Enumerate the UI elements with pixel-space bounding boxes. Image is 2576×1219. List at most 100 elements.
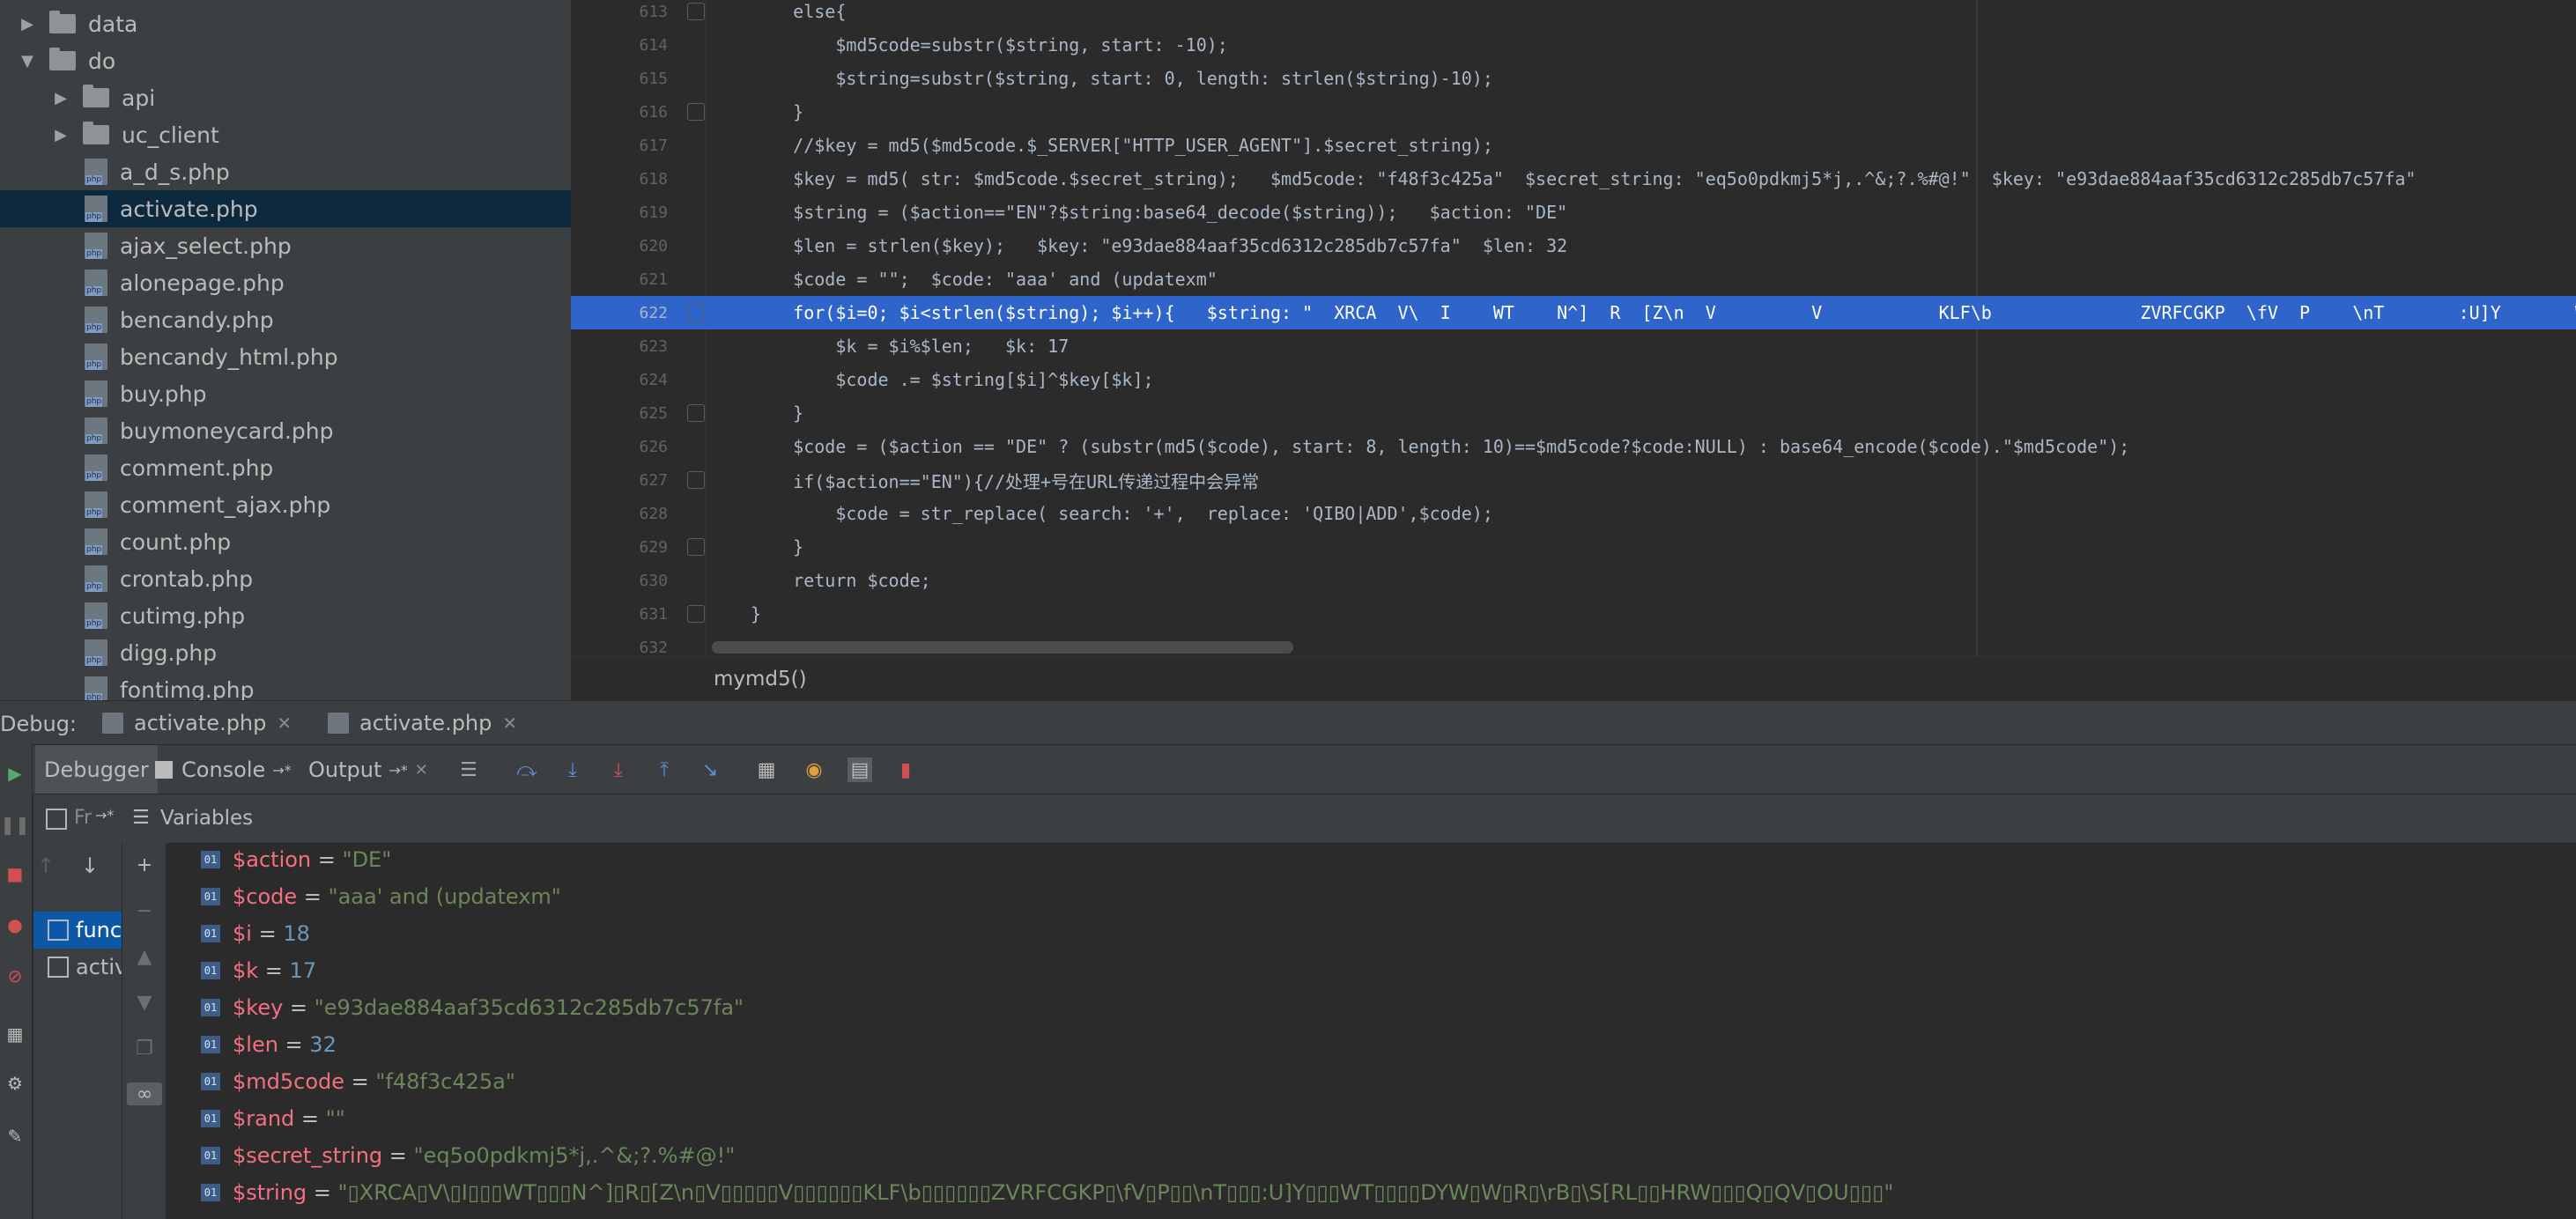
chevron-right-icon[interactable]: ▶ bbox=[49, 89, 72, 107]
line-number[interactable]: 631 bbox=[571, 605, 668, 624]
add-watch-icon[interactable]: + bbox=[133, 853, 156, 876]
stop-icon[interactable]: ■ bbox=[4, 862, 26, 885]
variables-view-icon[interactable]: ▤ bbox=[848, 757, 872, 782]
variable-row[interactable]: 01 $len = 32 bbox=[201, 1026, 337, 1063]
tree-file[interactable]: php alonepage.php bbox=[0, 264, 571, 301]
line-number[interactable]: 622 bbox=[571, 304, 668, 322]
tree-file[interactable]: php buymoneycard.php bbox=[0, 412, 571, 449]
frames-label[interactable]: Fr bbox=[74, 807, 92, 829]
tree-file[interactable]: php bencandy_html.php bbox=[0, 338, 571, 375]
variable-row[interactable]: 01 $i = 18 bbox=[201, 915, 310, 952]
line-number[interactable]: 621 bbox=[571, 270, 668, 289]
close-icon[interactable]: ✕ bbox=[502, 713, 517, 734]
variable-row[interactable]: 01 $string = "▯XRCA▯V\▯I▯▯▯WT▯▯▯N^]▯R▯[Z\… bbox=[201, 1174, 1893, 1211]
tree-folder[interactable]: ▶ uc_client bbox=[0, 116, 571, 153]
current-execution-line[interactable]: 622 for($i=0; $i<strlen($string); $i++){… bbox=[571, 296, 2576, 329]
line-number[interactable]: 623 bbox=[571, 337, 668, 356]
remove-watch-icon[interactable]: − bbox=[133, 899, 156, 922]
tree-file[interactable]: php fontimg.php bbox=[0, 671, 571, 700]
line-number[interactable]: 629 bbox=[571, 538, 668, 557]
code-line[interactable]: 615 $string=substr($string, start: 0, le… bbox=[571, 62, 2576, 95]
line-number[interactable]: 615 bbox=[571, 70, 668, 88]
tree-file[interactable]: php activate.php bbox=[0, 190, 571, 227]
code-line[interactable]: 614 $md5code=substr($string, start: -10)… bbox=[571, 28, 2576, 62]
force-step-into-icon[interactable]: ⤓ bbox=[606, 757, 631, 782]
variable-row[interactable]: 01 $code = "aaa' and (updatexm" bbox=[201, 878, 561, 915]
tree-file[interactable]: php comment.php bbox=[0, 449, 571, 486]
tree-file[interactable]: php cutimg.php bbox=[0, 597, 571, 634]
line-number[interactable]: 624 bbox=[571, 371, 668, 389]
view-breakpoints-icon[interactable]: ● bbox=[4, 913, 26, 936]
tree-file[interactable]: php a_d_s.php bbox=[0, 153, 571, 190]
code-line[interactable]: 628 $code = str_replace( search: '+', re… bbox=[571, 497, 2576, 530]
debug-session-tab[interactable]: activate.php ✕ bbox=[102, 701, 292, 745]
fold-marker-icon[interactable] bbox=[687, 103, 705, 121]
fold-marker-icon[interactable] bbox=[687, 538, 705, 556]
tree-file[interactable]: php bencandy.php bbox=[0, 301, 571, 338]
tree-file[interactable]: php digg.php bbox=[0, 634, 571, 671]
code-line[interactable]: 617 //$key = md5($md5code.$_SERVER["HTTP… bbox=[571, 129, 2576, 162]
editor-breadcrumb[interactable]: mymd5() bbox=[571, 656, 2576, 701]
code-editor[interactable]: 613 else{614 $md5code=substr($string, st… bbox=[571, 0, 2576, 656]
line-number[interactable]: 618 bbox=[571, 170, 668, 188]
tree-file[interactable]: php comment_ajax.php bbox=[0, 486, 571, 523]
chevron-right-icon[interactable]: ▶ bbox=[16, 15, 39, 33]
code-line[interactable]: 626 $code = ($action == "DE" ? (substr(m… bbox=[571, 430, 2576, 463]
step-out-icon[interactable]: ⤒ bbox=[652, 757, 677, 782]
tree-folder[interactable]: ▶ data bbox=[0, 5, 571, 42]
step-into-icon[interactable]: ⤓ bbox=[560, 757, 585, 782]
line-number[interactable]: 617 bbox=[571, 137, 668, 155]
tree-file[interactable]: php crontab.php bbox=[0, 560, 571, 597]
run-to-cursor-icon[interactable]: ↘ bbox=[698, 757, 722, 782]
show-execution-point-icon[interactable]: ☰ bbox=[456, 757, 481, 782]
resume-icon[interactable]: ▶ bbox=[4, 762, 26, 785]
variable-row[interactable]: 01 $md5code = "f48f3c425a" bbox=[201, 1063, 515, 1100]
code-line[interactable]: 623 $k = $i%$len; $k: 17 bbox=[571, 329, 2576, 363]
move-up-icon[interactable]: ▲ bbox=[133, 945, 156, 968]
code-line[interactable]: 629 } bbox=[571, 530, 2576, 564]
line-number[interactable]: 626 bbox=[571, 438, 668, 456]
fold-marker-icon[interactable] bbox=[687, 605, 705, 623]
variable-row[interactable]: 01 $key = "e93dae884aaf35cd6312c285db7c57… bbox=[201, 989, 744, 1026]
variable-row[interactable]: 01 $rand = "" bbox=[201, 1100, 345, 1137]
chevron-right-icon[interactable]: ▶ bbox=[49, 126, 72, 144]
move-down-icon[interactable]: ▼ bbox=[133, 991, 156, 1014]
line-number[interactable]: 630 bbox=[571, 572, 668, 590]
fold-marker-icon[interactable] bbox=[687, 304, 705, 321]
debug-session-tab[interactable]: activate.php ✕ bbox=[328, 701, 517, 745]
code-line[interactable]: 613 else{ bbox=[571, 0, 2576, 28]
tree-folder[interactable]: ▼ do bbox=[0, 42, 571, 79]
chevron-down-icon[interactable]: ▼ bbox=[16, 52, 39, 70]
line-number[interactable]: 628 bbox=[571, 505, 668, 523]
arrow-up-icon[interactable]: ↑ bbox=[37, 853, 55, 878]
evaluate-expression-icon[interactable]: ▦ bbox=[754, 757, 779, 782]
frame-item[interactable]: function bbox=[33, 912, 122, 949]
pause-icon[interactable]: ❚❚ bbox=[0, 813, 30, 836]
layout-icon[interactable]: ▦ bbox=[4, 1023, 26, 1045]
code-line[interactable]: 631} bbox=[571, 597, 2576, 631]
code-line[interactable]: 627 if($action=="EN"){//处理+号在URL传递过程中会异常 bbox=[571, 463, 2576, 497]
mute-breakpoints-icon[interactable]: ⊘ bbox=[4, 964, 26, 987]
glasses-icon[interactable]: ∞ bbox=[127, 1082, 162, 1105]
code-line[interactable]: 625 } bbox=[571, 396, 2576, 430]
line-number[interactable]: 625 bbox=[571, 404, 668, 423]
line-number[interactable]: 616 bbox=[571, 103, 668, 122]
tree-file[interactable]: php buy.php bbox=[0, 375, 571, 412]
variable-row[interactable]: 01 $action = "DE" bbox=[201, 841, 391, 878]
close-icon[interactable]: ✕ bbox=[277, 713, 292, 734]
code-line[interactable]: 630 return $code; bbox=[571, 564, 2576, 597]
line-number[interactable]: 627 bbox=[571, 471, 668, 490]
pin-tab-icon[interactable]: →* bbox=[389, 762, 407, 779]
fold-marker-icon[interactable] bbox=[687, 3, 705, 20]
clear-icon[interactable]: ▮ bbox=[893, 757, 918, 782]
line-number[interactable]: 620 bbox=[571, 237, 668, 255]
fold-marker-icon[interactable] bbox=[687, 471, 705, 489]
tree-file[interactable]: php ajax_select.php bbox=[0, 227, 571, 264]
tab-output[interactable]: Output →* ✕ bbox=[308, 745, 428, 794]
code-line[interactable]: 624 $code .= $string[$i]^$key[$k]; bbox=[571, 363, 2576, 396]
variable-row[interactable]: 01 $k = 17 bbox=[201, 952, 316, 989]
gear-icon[interactable]: ⚙ bbox=[4, 1072, 26, 1095]
frame-item[interactable]: activate bbox=[33, 949, 122, 986]
tab-console[interactable]: Console →* bbox=[155, 745, 292, 794]
editor-horizontal-scrollbar[interactable] bbox=[712, 641, 1293, 654]
